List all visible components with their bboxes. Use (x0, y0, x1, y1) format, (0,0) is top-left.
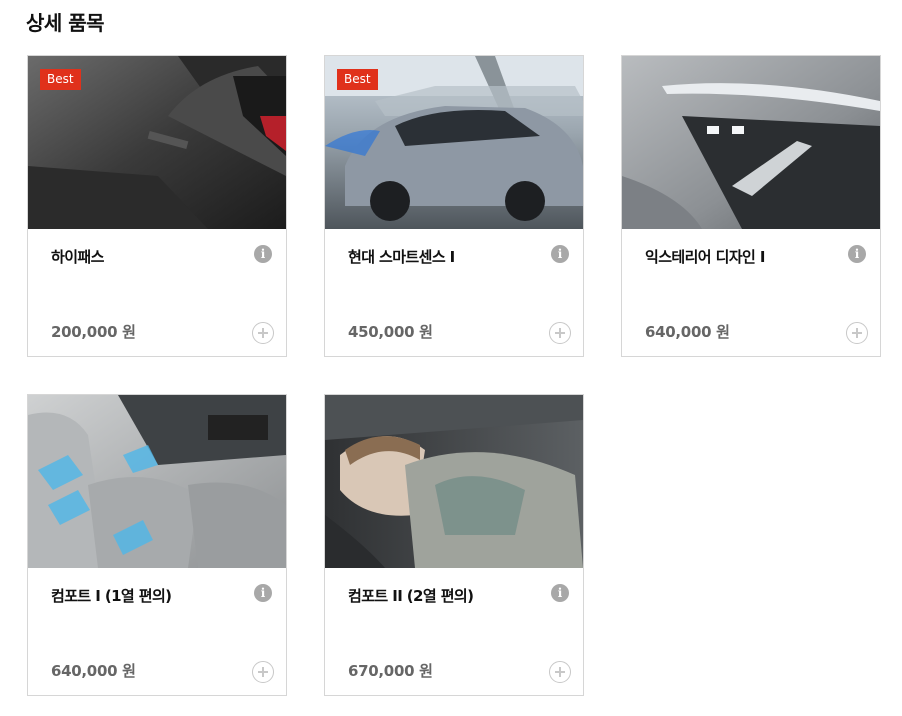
add-icon[interactable] (252, 661, 274, 683)
best-badge: Best (40, 69, 81, 90)
option-name: 익스테리어 디자인 I (645, 248, 765, 266)
option-image (622, 56, 880, 229)
add-icon[interactable] (549, 661, 571, 683)
add-icon[interactable] (252, 322, 274, 344)
option-name: 하이패스 (51, 248, 104, 266)
option-card-hi-pass[interactable]: Best 하이패스 i 200,000 원 (27, 55, 287, 357)
info-icon[interactable]: i (848, 245, 866, 263)
option-price: 450,000 원 (348, 323, 433, 341)
info-icon[interactable]: i (254, 584, 272, 602)
option-price: 670,000 원 (348, 662, 433, 680)
option-name: 현대 스마트센스 I (348, 248, 455, 266)
option-card-smart-sense[interactable]: Best 현대 스마트센스 I i 450,000 원 (324, 55, 584, 357)
option-card-exterior[interactable]: 익스테리어 디자인 I i 640,000 원 (621, 55, 881, 357)
option-name: 컴포트 I (1열 편의) (51, 587, 172, 605)
option-price: 640,000 원 (645, 323, 730, 341)
option-name: 컴포트 II (2열 편의) (348, 587, 474, 605)
option-price: 640,000 원 (51, 662, 136, 680)
info-icon[interactable]: i (254, 245, 272, 263)
section-title: 상세 품목 (26, 11, 105, 35)
option-image (28, 395, 286, 568)
option-card-comfort-1[interactable]: 컴포트 I (1열 편의) i 640,000 원 (27, 394, 287, 696)
add-icon[interactable] (846, 322, 868, 344)
add-icon[interactable] (549, 322, 571, 344)
option-price: 200,000 원 (51, 323, 136, 341)
option-image (325, 395, 583, 568)
option-card-comfort-2[interactable]: 컴포트 II (2열 편의) i 670,000 원 (324, 394, 584, 696)
best-badge: Best (337, 69, 378, 90)
info-icon[interactable]: i (551, 245, 569, 263)
info-icon[interactable]: i (551, 584, 569, 602)
